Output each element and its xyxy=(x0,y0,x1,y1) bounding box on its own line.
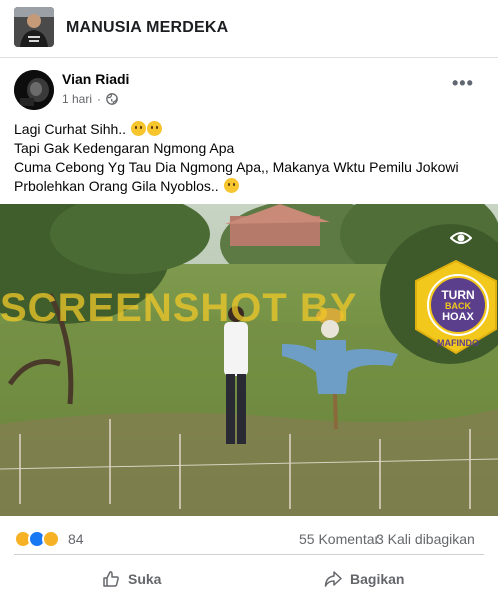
actions-divider xyxy=(14,554,484,555)
meta-dot: · xyxy=(97,92,102,106)
comment-count[interactable]: 55 Komentar xyxy=(299,531,379,547)
share-count[interactable]: 3 Kali dibagikan xyxy=(376,531,475,547)
group-avatar[interactable] xyxy=(14,7,54,47)
badge-center-text-1: TURN xyxy=(441,288,474,302)
post-meta: 1 hari · xyxy=(62,92,118,106)
reaction-count[interactable]: 84 xyxy=(68,531,84,547)
group-name[interactable]: MANUSIA MERDEKA xyxy=(66,19,228,37)
thinking-face-emoji xyxy=(146,121,162,136)
post-line: Lagi Curhat Sihh.. xyxy=(14,120,489,139)
group-header: MANUSIA MERDEKA xyxy=(0,0,498,58)
share-button[interactable]: Bagikan xyxy=(324,566,404,592)
post-text: Lagi Curhat Sihh.. Tapi Gak Kedengaran N… xyxy=(14,120,489,196)
screenshot-watermark: SCREENSHOT BY xyxy=(0,286,358,330)
rice-field-scene xyxy=(0,204,498,516)
wow-reaction-icon xyxy=(42,530,60,548)
more-options-icon[interactable]: ••• xyxy=(452,74,474,92)
post-line: Cuma Cebong Yg Tau Dia Ngmong Apa,, Maka… xyxy=(14,159,459,175)
reaction-icons[interactable] xyxy=(14,530,60,548)
eye-icon[interactable] xyxy=(450,230,472,246)
post-line: Prbolehkan Orang Gila Nyoblos.. xyxy=(14,177,489,196)
badge-center-text-2: BACK xyxy=(445,301,471,311)
mafindo-badge: TURN BACK HOAX MAFINDO xyxy=(415,259,497,355)
badge-bottom-text: MAFINDO xyxy=(437,338,479,348)
post-card: Vian Riadi 1 hari · ••• Lagi Curhat Sihh… xyxy=(0,58,498,599)
thinking-face-emoji xyxy=(130,121,146,136)
share-label: Bagikan xyxy=(350,571,405,587)
author-name[interactable]: Vian Riadi xyxy=(62,71,129,87)
like-label: Suka xyxy=(128,571,162,587)
share-arrow-icon xyxy=(324,571,342,587)
thumbs-up-icon xyxy=(103,571,119,587)
post-photo[interactable]: SCREENSHOT BY TURN BACK HOAX MAFINDO xyxy=(0,204,498,516)
like-button[interactable]: Suka xyxy=(102,566,161,592)
post-line: Tapi Gak Kedengaran Ngmong Apa xyxy=(14,140,235,156)
screaming-face-emoji xyxy=(223,178,239,193)
badge-center-text-3: HOAX xyxy=(442,311,474,323)
engagement-stats: 84 55 Komentar 3 Kali dibagikan xyxy=(14,529,484,549)
author-avatar[interactable] xyxy=(14,70,54,110)
globe-icon xyxy=(106,93,118,105)
post-time[interactable]: 1 hari xyxy=(62,92,92,106)
